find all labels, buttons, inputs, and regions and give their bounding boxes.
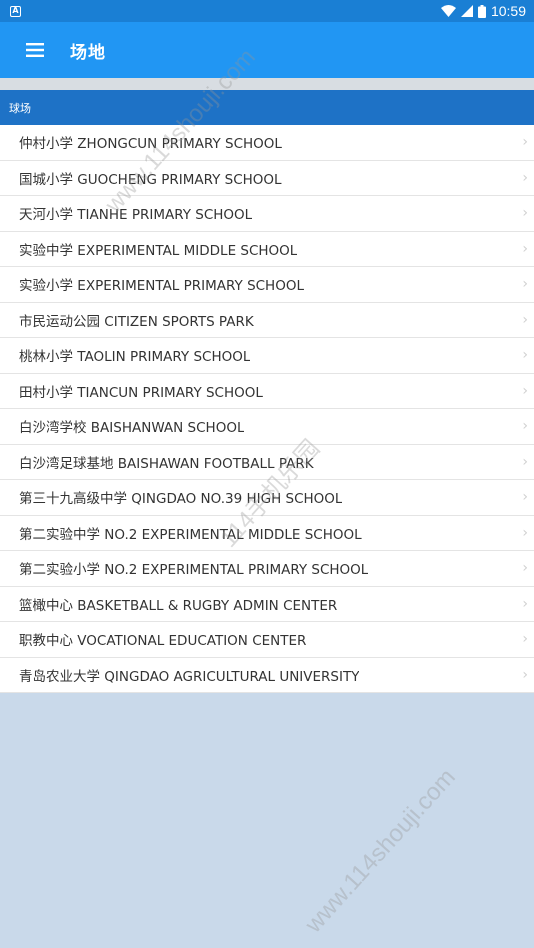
venue-label: 田村小学 TIANCUN PRIMARY SCHOOL — [19, 384, 263, 401]
venue-label: 仲村小学 ZHONGCUN PRIMARY SCHOOL — [19, 136, 282, 153]
venue-label: 白沙湾足球基地 BAISHAWAN FOOTBALL PARK — [19, 455, 314, 472]
venue-label: 国城小学 GUOCHENG PRIMARY SCHOOL — [19, 171, 282, 188]
chevron-right-icon: › — [522, 489, 528, 506]
venue-label: 市民运动公园 CITIZEN SPORTS PARK — [19, 313, 254, 330]
list-item[interactable]: 篮橄中心 BASKETBALL & RUGBY ADMIN CENTER › — [0, 587, 534, 622]
chevron-right-icon: › — [522, 347, 528, 364]
app-bar: 场地 — [0, 22, 534, 78]
divider-strip — [0, 78, 534, 90]
chevron-right-icon: › — [522, 560, 528, 577]
list-item[interactable]: 第二实验中学 NO.2 EXPERIMENTAL MIDDLE SCHOOL › — [0, 516, 534, 551]
menu-button[interactable] — [0, 22, 70, 78]
chevron-right-icon: › — [522, 453, 528, 470]
chevron-right-icon: › — [522, 666, 528, 683]
section-header: 球场 — [0, 90, 534, 125]
list-item[interactable]: 仲村小学 ZHONGCUN PRIMARY SCHOOL › — [0, 125, 534, 161]
list-item[interactable]: 国城小学 GUOCHENG PRIMARY SCHOOL › — [0, 161, 534, 196]
chevron-right-icon: › — [522, 418, 528, 435]
chevron-right-icon: › — [522, 276, 528, 293]
venue-label: 实验小学 EXPERIMENTAL PRIMARY SCHOOL — [19, 278, 304, 295]
chevron-right-icon: › — [522, 595, 528, 612]
list-item[interactable]: 第三十九高级中学 QINGDAO NO.39 HIGH SCHOOL › — [0, 480, 534, 516]
venue-label: 桃林小学 TAOLIN PRIMARY SCHOOL — [19, 349, 251, 366]
list-item[interactable]: 天河小学 TIANHE PRIMARY SCHOOL › — [0, 196, 534, 232]
venue-label: 篮橄中心 BASKETBALL & RUGBY ADMIN CENTER — [19, 597, 338, 614]
venue-label: 实验中学 EXPERIMENTAL MIDDLE SCHOOL — [19, 242, 298, 259]
venue-list: 仲村小学 ZHONGCUN PRIMARY SCHOOL › 国城小学 GUOCH… — [0, 125, 534, 693]
venue-label: 青岛农业大学 QINGDAO AGRICULTURAL UNIVERSITY — [19, 668, 360, 685]
hamburger-menu-icon — [26, 43, 44, 57]
chevron-right-icon: › — [522, 134, 528, 151]
chevron-right-icon: › — [522, 631, 528, 648]
chevron-right-icon: › — [522, 524, 528, 541]
battery-icon — [477, 4, 486, 18]
venue-label: 白沙湾学校 BAISHANWAN SCHOOL — [19, 420, 245, 437]
chevron-right-icon: › — [522, 240, 528, 257]
venue-label: 第三十九高级中学 QINGDAO NO.39 HIGH SCHOOL — [19, 491, 343, 508]
chevron-right-icon: › — [522, 205, 528, 222]
list-item[interactable]: 第二实验小学 NO.2 EXPERIMENTAL PRIMARY SCHOOL › — [0, 551, 534, 587]
list-item[interactable]: 实验小学 EXPERIMENTAL PRIMARY SCHOOL › — [0, 267, 534, 303]
wifi-icon — [440, 5, 456, 17]
venue-label: 第二实验小学 NO.2 EXPERIMENTAL PRIMARY SCHOOL — [19, 562, 369, 579]
page-title: 场地 — [70, 42, 106, 63]
chevron-right-icon: › — [522, 382, 528, 399]
chevron-right-icon: › — [522, 169, 528, 186]
venue-label: 天河小学 TIANHE PRIMARY SCHOOL — [19, 207, 253, 224]
list-item[interactable]: 桃林小学 TAOLIN PRIMARY SCHOOL › — [0, 338, 534, 374]
status-bar: A 10:59 — [0, 0, 534, 22]
list-item[interactable]: 青岛农业大学 QINGDAO AGRICULTURAL UNIVERSITY › — [0, 658, 534, 693]
venue-label: 职教中心 VOCATIONAL EDUCATION CENTER — [19, 633, 307, 650]
watermark: www.114shouji.com — [300, 763, 461, 939]
notification-icon: A — [10, 5, 21, 17]
list-item[interactable]: 白沙湾足球基地 BAISHAWAN FOOTBALL PARK › — [0, 445, 534, 480]
venue-label: 第二实验中学 NO.2 EXPERIMENTAL MIDDLE SCHOOL — [19, 526, 362, 543]
list-item[interactable]: 职教中心 VOCATIONAL EDUCATION CENTER › — [0, 622, 534, 658]
status-time: 10:59 — [490, 3, 526, 19]
list-item[interactable]: 市民运动公园 CITIZEN SPORTS PARK › — [0, 303, 534, 338]
signal-icon — [460, 5, 473, 17]
list-item[interactable]: 实验中学 EXPERIMENTAL MIDDLE SCHOOL › — [0, 232, 534, 267]
list-item[interactable]: 白沙湾学校 BAISHANWAN SCHOOL › — [0, 409, 534, 445]
chevron-right-icon: › — [522, 311, 528, 328]
list-item[interactable]: 田村小学 TIANCUN PRIMARY SCHOOL › — [0, 374, 534, 409]
